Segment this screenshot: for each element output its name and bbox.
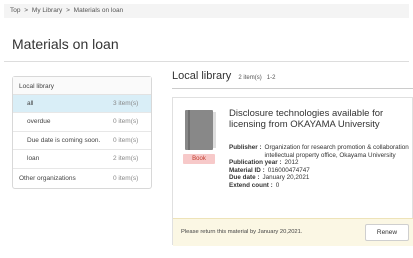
results-count: 2 item(s): [238, 75, 262, 81]
results-heading: Local library 2 item(s) 1-2: [172, 70, 275, 82]
breadcrumb-current: Materials on loan: [73, 7, 124, 14]
material-title-link[interactable]: Disclosure technologies available for li…: [229, 108, 409, 130]
filter-sidebar: Local library all 3 item(s) overdue 0 it…: [12, 76, 152, 189]
results-divider: [172, 88, 413, 89]
breadcrumb-separator: >: [66, 7, 70, 14]
sidebar-item-loan[interactable]: loan 2 item(s): [13, 150, 151, 169]
results-range: 1-2: [266, 75, 276, 81]
renew-button[interactable]: Renew: [365, 224, 409, 241]
breadcrumb-my-library-link[interactable]: My Library: [32, 7, 62, 14]
due-date-value: January 20,2021: [262, 174, 310, 182]
sidebar-item-other-organizations[interactable]: Other organizations 0 item(s): [13, 169, 151, 188]
publisher-value: Organization for research promotion & co…: [264, 144, 409, 159]
loan-item-body: Book Disclosure technologies available f…: [173, 98, 413, 208]
material-metadata: Publisher : Organization for research pr…: [229, 144, 413, 190]
page-title: Materials on loan: [12, 36, 119, 52]
sidebar-item-count: 3 item(s): [113, 100, 139, 107]
sidebar-item-count: 2 item(s): [113, 155, 139, 163]
extend-count-value: 0: [275, 181, 280, 189]
material-id-value: 016000474747: [267, 166, 310, 174]
material-id-label: Material ID :: [229, 166, 265, 174]
loan-item-card: Book Disclosure technologies available f…: [172, 97, 413, 246]
sidebar-item-label: Other organizations: [19, 174, 76, 182]
sidebar-item-overdue[interactable]: overdue 0 item(s): [13, 113, 151, 132]
sidebar-item-label: overdue: [27, 118, 51, 126]
sidebar-item-due-soon[interactable]: Due date is coming soon. 0 item(s): [13, 132, 151, 151]
results-heading-label: Local library: [172, 70, 232, 82]
sidebar-item-count: 0 item(s): [113, 136, 139, 144]
book-icon: [185, 110, 216, 150]
return-notice: Please return this material by January 2…: [181, 229, 303, 235]
due-date-label: Due date :: [229, 174, 260, 182]
title-divider: [4, 61, 409, 62]
extend-count-label: Extend count :: [229, 181, 273, 189]
breadcrumb: Top > My Library > Materials on loan: [4, 4, 409, 18]
sidebar-item-label: all: [27, 100, 34, 107]
breadcrumb-top-link[interactable]: Top: [10, 7, 20, 14]
sidebar-item-count: 0 item(s): [113, 118, 139, 126]
loan-item-footer: Please return this material by January 2…: [173, 218, 413, 246]
sidebar-item-label: loan: [27, 155, 40, 163]
sidebar-item-all[interactable]: all 3 item(s): [13, 95, 151, 114]
publication-year-value: 2012: [284, 159, 299, 167]
sidebar-group-local-library: Local library: [13, 77, 151, 95]
material-type-badge: Book: [183, 154, 215, 164]
breadcrumb-separator: >: [24, 7, 29, 14]
publisher-label: Publisher :: [229, 144, 262, 151]
sidebar-item-count: 0 item(s): [113, 174, 139, 182]
publication-year-label: Publication year :: [229, 159, 282, 167]
sidebar-item-label: Due date is coming soon.: [27, 136, 101, 144]
